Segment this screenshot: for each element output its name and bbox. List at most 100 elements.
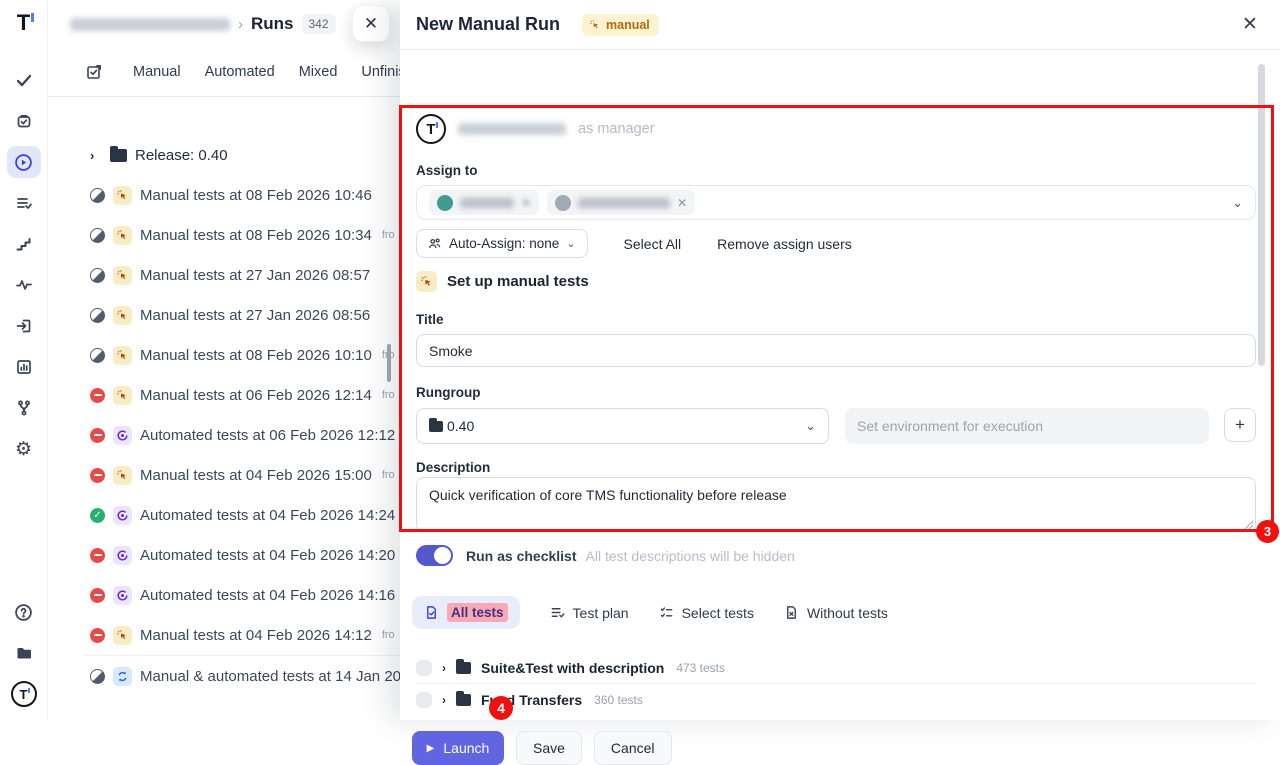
suite-count: 473 tests bbox=[676, 661, 725, 675]
assignee-chip[interactable]: ✕ bbox=[547, 190, 695, 215]
app-logo[interactable]: T bbox=[17, 10, 30, 36]
help-icon[interactable] bbox=[7, 596, 41, 628]
manual-run-icon bbox=[416, 271, 437, 292]
run-suffix: fro bbox=[382, 469, 395, 481]
modal-footer: ▶ Launch Save Cancel bbox=[412, 731, 672, 765]
add-environment-button[interactable]: + bbox=[1224, 408, 1256, 442]
modal-scrollbar[interactable] bbox=[1258, 64, 1265, 366]
manual-run-icon bbox=[113, 466, 132, 485]
launch-button[interactable]: ▶ Launch bbox=[412, 731, 504, 765]
runs-play-icon[interactable] bbox=[7, 146, 41, 178]
breadcrumb: › Runs 342 ✕ bbox=[48, 0, 400, 48]
run-row[interactable]: Manual tests at 27 Jan 2026 08:56 bbox=[48, 295, 400, 335]
breadcrumb-section[interactable]: Runs bbox=[251, 14, 294, 34]
run-row[interactable]: Manual tests at 06 Feb 2026 12:14 fro bbox=[48, 375, 400, 415]
tab-all-tests[interactable]: All tests bbox=[412, 596, 520, 629]
status-failed-icon bbox=[90, 588, 105, 603]
mixed-run-icon bbox=[113, 667, 132, 686]
manual-cursor-icon bbox=[589, 19, 601, 31]
run-row[interactable]: Automated tests at 06 Feb 2026 12:12 bbox=[48, 415, 400, 455]
stairs-icon[interactable] bbox=[7, 228, 41, 260]
chevron-right-icon[interactable]: › bbox=[442, 693, 446, 707]
chevron-down-icon[interactable]: ⌄ bbox=[1232, 195, 1243, 211]
suite-row[interactable]: › Suite&Test with description 473 tests bbox=[416, 652, 725, 684]
run-row[interactable]: Manual tests at 08 Feb 2026 10:34 fro bbox=[48, 215, 400, 255]
automated-run-icon bbox=[113, 586, 132, 605]
run-row[interactable]: Automated tests at 04 Feb 2026 14:16 bbox=[48, 575, 400, 615]
run-row[interactable]: Manual tests at 08 Feb 2026 10:46 bbox=[48, 175, 400, 215]
run-row[interactable]: Automated tests at 04 Feb 2026 14:24 bbox=[48, 495, 400, 535]
auto-assign-button[interactable]: Auto-Assign: none ⌄ bbox=[416, 229, 588, 258]
list-check-icon[interactable] bbox=[7, 187, 41, 219]
chevron-right-icon[interactable]: › bbox=[442, 661, 446, 675]
cancel-button[interactable]: Cancel bbox=[594, 731, 672, 765]
suite-checkbox[interactable] bbox=[416, 692, 432, 708]
users-icon bbox=[428, 237, 442, 251]
run-row[interactable]: Manual & automated tests at 14 Jan 2026 bbox=[48, 656, 400, 696]
select-tests-icon bbox=[659, 605, 674, 620]
status-failed-icon bbox=[90, 548, 105, 563]
remove-chip-icon[interactable]: ✕ bbox=[521, 196, 531, 210]
manual-run-icon bbox=[113, 266, 132, 285]
title-input[interactable] bbox=[416, 334, 1256, 367]
environment-input[interactable] bbox=[845, 408, 1209, 444]
tab-without-tests[interactable]: Without tests bbox=[784, 605, 888, 621]
manual-run-icon bbox=[113, 186, 132, 205]
clipboard-check-icon[interactable] bbox=[7, 105, 41, 137]
select-all-link[interactable]: Select All bbox=[624, 236, 682, 252]
rungroup-select[interactable]: 0.40 ⌄ bbox=[416, 408, 829, 444]
suite-row[interactable]: › Fund Transfers 360 tests bbox=[416, 684, 643, 716]
description-label: Description bbox=[416, 460, 490, 475]
remove-assign-users-link[interactable]: Remove assign users bbox=[717, 236, 852, 252]
tab-test-plan[interactable]: Test plan bbox=[550, 605, 629, 621]
branch-icon[interactable] bbox=[7, 392, 41, 424]
folder-icon bbox=[429, 421, 443, 432]
activity-icon[interactable] bbox=[7, 269, 41, 301]
runs-count-badge: 342 bbox=[302, 14, 336, 34]
tests-check-icon[interactable] bbox=[7, 64, 41, 96]
tab-mixed[interactable]: Mixed bbox=[299, 64, 338, 80]
resize-grip-icon[interactable] bbox=[1244, 520, 1254, 530]
settings-gear-icon[interactable]: ⚙ bbox=[7, 433, 41, 465]
run-row[interactable]: Automated tests at 04 Feb 2026 14:20 bbox=[48, 535, 400, 575]
project-name-blurred[interactable] bbox=[70, 18, 230, 31]
tab-unfinished[interactable]: Unfinished bbox=[361, 64, 400, 80]
run-row[interactable]: Manual tests at 08 Feb 2026 10:10 fro bbox=[48, 335, 400, 375]
assignees-select[interactable]: ✕ ✕ ⌄ bbox=[416, 185, 1256, 220]
profile-avatar[interactable]: T bbox=[7, 678, 41, 710]
status-inprogress-icon bbox=[90, 669, 105, 684]
rungroup-folder-row[interactable]: › Release: 0.40 bbox=[48, 135, 400, 175]
chevron-right-icon[interactable]: › bbox=[90, 148, 102, 163]
suite-count: 360 tests bbox=[594, 693, 643, 707]
run-as-checklist-toggle[interactable] bbox=[416, 545, 453, 566]
assignee-chip[interactable]: ✕ bbox=[429, 190, 539, 215]
annotation-number-3: 3 bbox=[1256, 520, 1279, 543]
remove-chip-icon[interactable]: ✕ bbox=[677, 196, 687, 210]
owner-role: as manager bbox=[578, 121, 655, 137]
owner-name-blurred bbox=[458, 123, 566, 135]
test-source-tabs: All tests Test plan Select tests Without… bbox=[412, 596, 888, 629]
save-button[interactable]: Save bbox=[516, 731, 582, 765]
assignee-name-blurred bbox=[460, 198, 514, 208]
modal-close-icon[interactable]: ✕ bbox=[1236, 13, 1264, 36]
rungroup-folder-label: Release: 0.40 bbox=[135, 147, 228, 164]
tab-select-tests[interactable]: Select tests bbox=[659, 605, 754, 621]
modal-title: New Manual Run bbox=[416, 14, 560, 35]
run-label: Manual tests at 04 Feb 2026 14:12 bbox=[140, 627, 372, 644]
run-label: Manual tests at 27 Jan 2026 08:57 bbox=[140, 267, 370, 284]
tab-select-tests-label: Select tests bbox=[682, 605, 754, 621]
run-row[interactable]: Manual tests at 04 Feb 2026 15:00 fro bbox=[48, 455, 400, 495]
run-row[interactable]: Manual tests at 27 Jan 2026 08:57 bbox=[48, 255, 400, 295]
panel-close-button[interactable]: ✕ bbox=[352, 5, 390, 42]
tab-automated[interactable]: Automated bbox=[205, 64, 275, 80]
run-row[interactable]: Manual tests at 04 Feb 2026 14:12 fro bbox=[48, 615, 400, 655]
tab-manual[interactable]: Manual bbox=[133, 64, 181, 80]
description-textarea[interactable]: Quick verification of core TMS functiona… bbox=[416, 477, 1256, 532]
suite-checkbox[interactable] bbox=[416, 660, 432, 676]
projects-folder-icon[interactable] bbox=[7, 637, 41, 669]
status-inprogress-icon bbox=[90, 188, 105, 203]
runs-list-scrollbar[interactable] bbox=[387, 344, 391, 382]
select-all-runs-icon[interactable] bbox=[85, 63, 103, 81]
bar-chart-icon[interactable] bbox=[7, 351, 41, 383]
import-icon[interactable] bbox=[7, 310, 41, 342]
